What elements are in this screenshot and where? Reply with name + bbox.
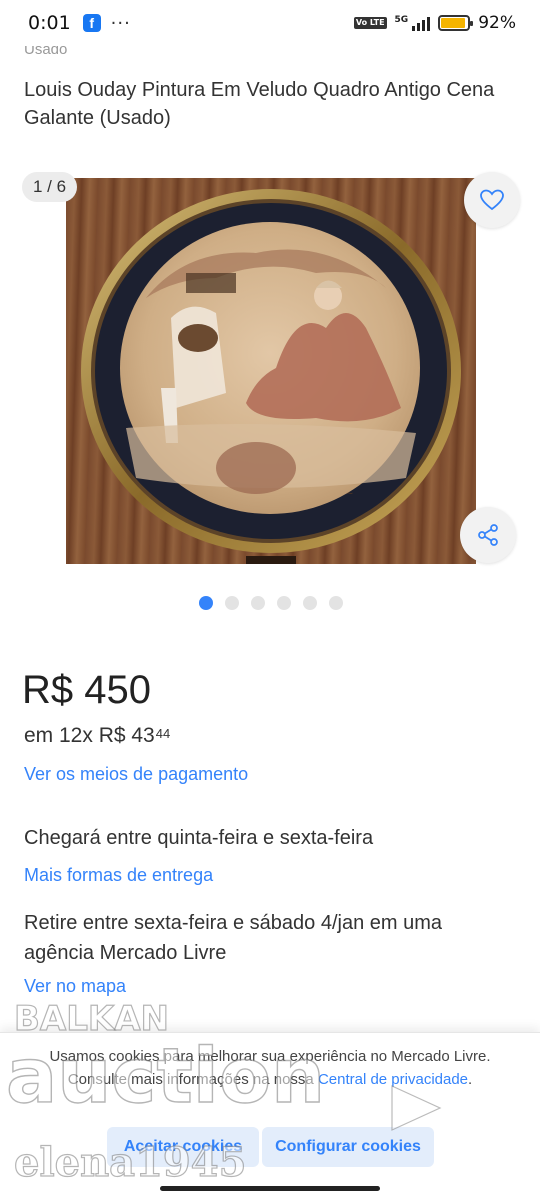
home-indicator[interactable] (160, 1186, 380, 1191)
product-title: Louis Ouday Pintura Em Veludo Quadro Ant… (24, 79, 495, 129)
more-notifications-icon: ··· (110, 12, 131, 34)
share-icon (478, 524, 498, 546)
configure-cookies-button[interactable]: Configurar cookies (262, 1127, 434, 1167)
gallery-pagination[interactable] (199, 596, 343, 610)
shipping-estimate: Chegará entre quinta-feira e sexta-feira (24, 827, 374, 849)
status-bar: 0:01 f ··· Vo LTE 5G 92% (0, 0, 540, 46)
pagination-dot[interactable] (251, 596, 265, 610)
battery-icon (438, 15, 474, 31)
privacy-center-link[interactable]: Central de privacidade (318, 1071, 468, 1088)
svg-text:~: ~ (346, 489, 354, 499)
pagination-dot[interactable] (225, 596, 239, 610)
accept-cookies-button[interactable]: Aceitar cookies (107, 1127, 259, 1167)
cookie-message: Usamos cookies para melhorar sua experiê… (36, 1045, 504, 1091)
volte-icon: Vo LTE (353, 17, 387, 29)
product-photo[interactable]: ~ (66, 178, 476, 564)
facebook-icon: f (82, 14, 101, 32)
pickup-info: Retire entre sexta-feira e sábado 4/jan … (24, 912, 442, 964)
installments-cents: 44 (155, 726, 171, 741)
cookie-period: . (468, 1071, 473, 1088)
status-time: 0:01 (28, 12, 71, 34)
battery-percent: 92% (478, 13, 516, 33)
pagination-dot[interactable] (329, 596, 343, 610)
price: R$ 450 (22, 668, 151, 712)
status-indicators: Vo LTE 5G 92% (353, 13, 516, 33)
pagination-dot[interactable] (303, 596, 317, 610)
image-gallery[interactable]: ~ 1 / 6 (0, 170, 540, 570)
view-map-link[interactable]: Ver no mapa (24, 976, 126, 997)
share-button[interactable] (460, 507, 516, 563)
more-delivery-options-link[interactable]: Mais formas de entrega (24, 865, 213, 886)
installments-text: em 12x R$ 43 (24, 724, 155, 747)
pagination-dot[interactable] (277, 596, 291, 610)
cookie-banner: Usamos cookies para melhorar sua experiê… (0, 1032, 540, 1200)
installments: em 12x R$ 4344 (24, 724, 170, 748)
signal-icon: 5G (395, 15, 431, 31)
heart-icon (480, 189, 504, 211)
favorite-button[interactable] (464, 172, 520, 228)
condition-label: Usado (24, 46, 68, 58)
pagination-dot[interactable] (199, 596, 213, 610)
image-counter: 1 / 6 (22, 172, 78, 202)
network-type: 5G (394, 15, 409, 25)
framed-velvet-painting: ~ (81, 189, 461, 564)
battery-level (441, 18, 466, 28)
payment-methods-link[interactable]: Ver os meios de pagamento (24, 764, 248, 785)
condition-label-wrap: Usado (24, 46, 67, 60)
